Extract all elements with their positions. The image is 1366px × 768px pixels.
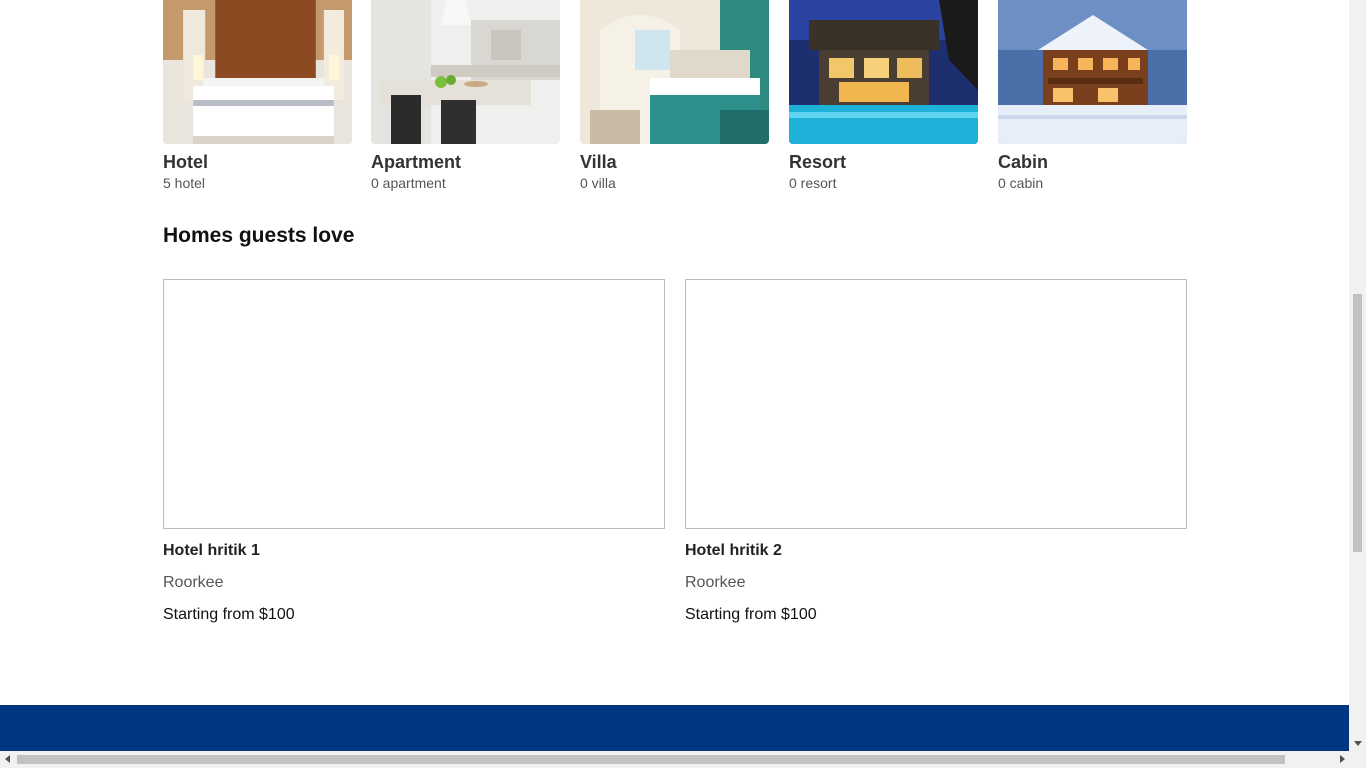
footer-band	[0, 705, 1349, 751]
home-image-placeholder[interactable]	[163, 279, 665, 529]
property-type-cabin[interactable]: Cabin 0 cabin	[998, 0, 1187, 192]
home-card[interactable]: Hotel hritik 1 Roorkee Starting from $10…	[163, 279, 665, 625]
property-type-apartment[interactable]: Apartment 0 apartment	[371, 0, 560, 192]
property-type-resort[interactable]: Resort 0 resort	[789, 0, 978, 192]
property-type-count: 0 resort	[789, 175, 837, 191]
property-type-title[interactable]: Villa	[580, 152, 769, 172]
apartment-kitchen-photo[interactable]	[371, 0, 560, 144]
property-type-count: 0 apartment	[371, 175, 446, 191]
vertical-scrollbar-thumb[interactable]	[1353, 294, 1362, 552]
home-location: Roorkee	[163, 574, 224, 591]
horizontal-scrollbar[interactable]	[0, 751, 1366, 768]
property-type-count: 0 villa	[580, 175, 616, 191]
property-type-title[interactable]: Resort	[789, 152, 978, 172]
home-card[interactable]: Hotel hritik 2 Roorkee Starting from $10…	[685, 279, 1187, 625]
property-type-title[interactable]: Apartment	[371, 152, 560, 172]
scroll-down-arrow-icon[interactable]	[1354, 741, 1362, 746]
page-viewport: Hotel 5 hotel Apartment 0 apartment Vill…	[0, 0, 1349, 751]
section-heading: Homes guests love	[163, 224, 355, 247]
vertical-scrollbar[interactable]	[1349, 0, 1366, 751]
home-location: Roorkee	[685, 574, 746, 591]
home-price: Starting from $100	[163, 606, 295, 623]
property-type-count: 0 cabin	[998, 175, 1044, 191]
property-types-row: Hotel 5 hotel Apartment 0 apartment Vill…	[163, 0, 1187, 195]
property-type-hotel[interactable]: Hotel 5 hotel	[163, 0, 352, 192]
horizontal-scrollbar-thumb[interactable]	[17, 755, 1285, 764]
hotel-room-photo[interactable]	[163, 0, 352, 144]
scroll-left-arrow-icon[interactable]	[5, 755, 10, 763]
scroll-right-arrow-icon[interactable]	[1340, 755, 1345, 763]
snow-cabin-photo[interactable]	[998, 0, 1187, 144]
home-name[interactable]: Hotel hritik 2	[685, 541, 1187, 561]
property-type-title[interactable]: Cabin	[998, 152, 1187, 172]
home-price: Starting from $100	[685, 606, 817, 623]
villa-bedroom-photo[interactable]	[580, 0, 769, 144]
property-type-title[interactable]: Hotel	[163, 152, 352, 172]
property-type-villa[interactable]: Villa 0 villa	[580, 0, 769, 192]
home-image-placeholder[interactable]	[685, 279, 1187, 529]
home-name[interactable]: Hotel hritik 1	[163, 541, 665, 561]
resort-pool-night-photo[interactable]	[789, 0, 978, 144]
property-type-count: 5 hotel	[163, 175, 206, 191]
